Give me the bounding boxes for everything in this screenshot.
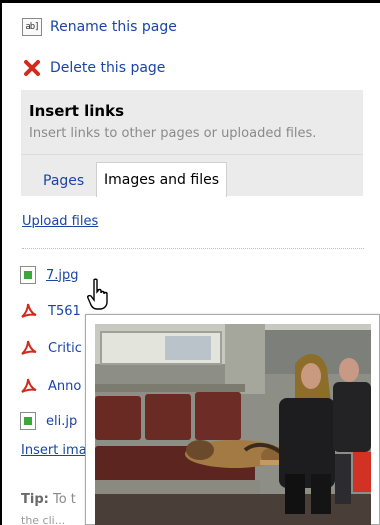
dotted-divider	[22, 248, 364, 249]
tab-pages[interactable]: Pages	[36, 166, 91, 196]
file-item[interactable]: Critic	[20, 339, 82, 357]
file-name[interactable]: Critic	[48, 341, 82, 356]
delete-page-label: Delete this page	[50, 60, 166, 76]
file-name[interactable]: eli.jp	[46, 414, 77, 429]
tip-text: Tip: To t	[21, 492, 76, 507]
left-border	[0, 0, 2, 525]
image-preview-popup	[85, 314, 380, 525]
hand-pointer-cursor	[87, 278, 108, 310]
tab-images-and-files[interactable]: Images and files	[96, 162, 227, 197]
file-item[interactable]: Anno	[20, 377, 81, 395]
rename-page-label: Rename this page	[50, 19, 177, 35]
file-name[interactable]: Anno	[48, 379, 81, 394]
file-item[interactable]: eli.jp	[20, 412, 77, 430]
delete-page-link[interactable]: Delete this page	[22, 58, 165, 78]
upload-files-link[interactable]: Upload files	[22, 214, 98, 229]
file-name[interactable]: 7.jpg	[46, 268, 79, 283]
image-file-icon	[20, 266, 36, 284]
insert-links-title: Insert links	[29, 102, 125, 120]
tip-line-2: the cli...	[21, 514, 66, 525]
panel-divider	[21, 154, 363, 155]
tip-body: To t	[52, 492, 76, 507]
pdf-file-icon	[20, 377, 38, 395]
pdf-file-icon	[20, 339, 38, 357]
insert-links-subtitle: Insert links to other pages or uploaded …	[29, 126, 317, 141]
file-item[interactable]: 7.jpg	[20, 266, 79, 284]
rename-icon: ab]	[22, 18, 42, 36]
red-x-icon	[22, 58, 42, 78]
top-border	[0, 0, 380, 3]
insert-image-link[interactable]: Insert ima	[21, 443, 87, 458]
image-file-icon	[20, 412, 36, 430]
preview-image-subway-dog	[95, 324, 371, 525]
pdf-file-icon	[20, 302, 38, 320]
rename-page-link[interactable]: ab] Rename this page	[22, 18, 177, 36]
tip-label: Tip:	[21, 492, 49, 507]
file-item[interactable]: T561	[20, 302, 81, 320]
file-name[interactable]: T561	[48, 304, 81, 319]
insert-links-sidebar: ab] Rename this page Delete this page In…	[0, 0, 380, 525]
